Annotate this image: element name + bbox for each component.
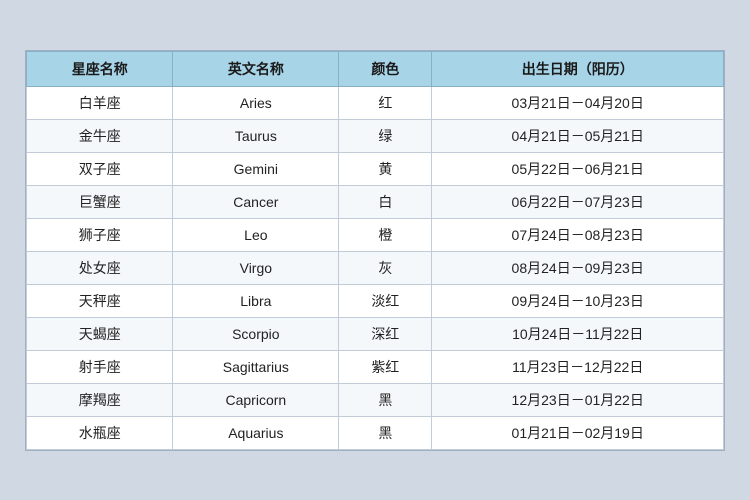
- cell-dates: 03月21日－04月20日: [432, 86, 724, 119]
- cell-chinese-name: 处女座: [27, 251, 173, 284]
- header-color: 颜色: [339, 51, 432, 86]
- cell-color: 白: [339, 185, 432, 218]
- cell-english-name: Virgo: [173, 251, 339, 284]
- cell-color: 红: [339, 86, 432, 119]
- cell-chinese-name: 双子座: [27, 152, 173, 185]
- cell-dates: 12月23日－01月22日: [432, 383, 724, 416]
- header-english-name: 英文名称: [173, 51, 339, 86]
- table-header-row: 星座名称 英文名称 颜色 出生日期（阳历）: [27, 51, 724, 86]
- cell-color: 黄: [339, 152, 432, 185]
- table-row: 天蝎座Scorpio深红10月24日－11月22日: [27, 317, 724, 350]
- cell-english-name: Gemini: [173, 152, 339, 185]
- cell-color: 灰: [339, 251, 432, 284]
- cell-color: 淡红: [339, 284, 432, 317]
- header-chinese-name: 星座名称: [27, 51, 173, 86]
- cell-english-name: Cancer: [173, 185, 339, 218]
- table-row: 水瓶座Aquarius黑01月21日－02月19日: [27, 416, 724, 449]
- table-row: 射手座Sagittarius紫红11月23日－12月22日: [27, 350, 724, 383]
- cell-dates: 11月23日－12月22日: [432, 350, 724, 383]
- header-dates: 出生日期（阳历）: [432, 51, 724, 86]
- cell-dates: 06月22日－07月23日: [432, 185, 724, 218]
- cell-chinese-name: 天秤座: [27, 284, 173, 317]
- cell-english-name: Taurus: [173, 119, 339, 152]
- cell-color: 橙: [339, 218, 432, 251]
- table-row: 巨蟹座Cancer白06月22日－07月23日: [27, 185, 724, 218]
- cell-color: 黑: [339, 416, 432, 449]
- table-body: 白羊座Aries红03月21日－04月20日金牛座Taurus绿04月21日－0…: [27, 86, 724, 449]
- table-row: 双子座Gemini黄05月22日－06月21日: [27, 152, 724, 185]
- cell-chinese-name: 金牛座: [27, 119, 173, 152]
- cell-color: 黑: [339, 383, 432, 416]
- table-row: 白羊座Aries红03月21日－04月20日: [27, 86, 724, 119]
- table-row: 金牛座Taurus绿04月21日－05月21日: [27, 119, 724, 152]
- cell-chinese-name: 水瓶座: [27, 416, 173, 449]
- cell-dates: 05月22日－06月21日: [432, 152, 724, 185]
- cell-chinese-name: 白羊座: [27, 86, 173, 119]
- cell-chinese-name: 巨蟹座: [27, 185, 173, 218]
- cell-english-name: Sagittarius: [173, 350, 339, 383]
- cell-chinese-name: 狮子座: [27, 218, 173, 251]
- zodiac-table-container: 星座名称 英文名称 颜色 出生日期（阳历） 白羊座Aries红03月21日－04…: [25, 50, 725, 451]
- cell-dates: 10月24日－11月22日: [432, 317, 724, 350]
- cell-english-name: Aquarius: [173, 416, 339, 449]
- table-row: 狮子座Leo橙07月24日－08月23日: [27, 218, 724, 251]
- cell-dates: 08月24日－09月23日: [432, 251, 724, 284]
- cell-english-name: Capricorn: [173, 383, 339, 416]
- table-row: 摩羯座Capricorn黑12月23日－01月22日: [27, 383, 724, 416]
- cell-english-name: Scorpio: [173, 317, 339, 350]
- cell-dates: 09月24日－10月23日: [432, 284, 724, 317]
- table-row: 处女座Virgo灰08月24日－09月23日: [27, 251, 724, 284]
- cell-chinese-name: 天蝎座: [27, 317, 173, 350]
- cell-english-name: Leo: [173, 218, 339, 251]
- zodiac-table: 星座名称 英文名称 颜色 出生日期（阳历） 白羊座Aries红03月21日－04…: [26, 51, 724, 450]
- cell-color: 深红: [339, 317, 432, 350]
- cell-dates: 04月21日－05月21日: [432, 119, 724, 152]
- cell-dates: 01月21日－02月19日: [432, 416, 724, 449]
- table-row: 天秤座Libra淡红09月24日－10月23日: [27, 284, 724, 317]
- cell-chinese-name: 射手座: [27, 350, 173, 383]
- cell-english-name: Libra: [173, 284, 339, 317]
- cell-color: 紫红: [339, 350, 432, 383]
- cell-english-name: Aries: [173, 86, 339, 119]
- cell-color: 绿: [339, 119, 432, 152]
- cell-dates: 07月24日－08月23日: [432, 218, 724, 251]
- cell-chinese-name: 摩羯座: [27, 383, 173, 416]
